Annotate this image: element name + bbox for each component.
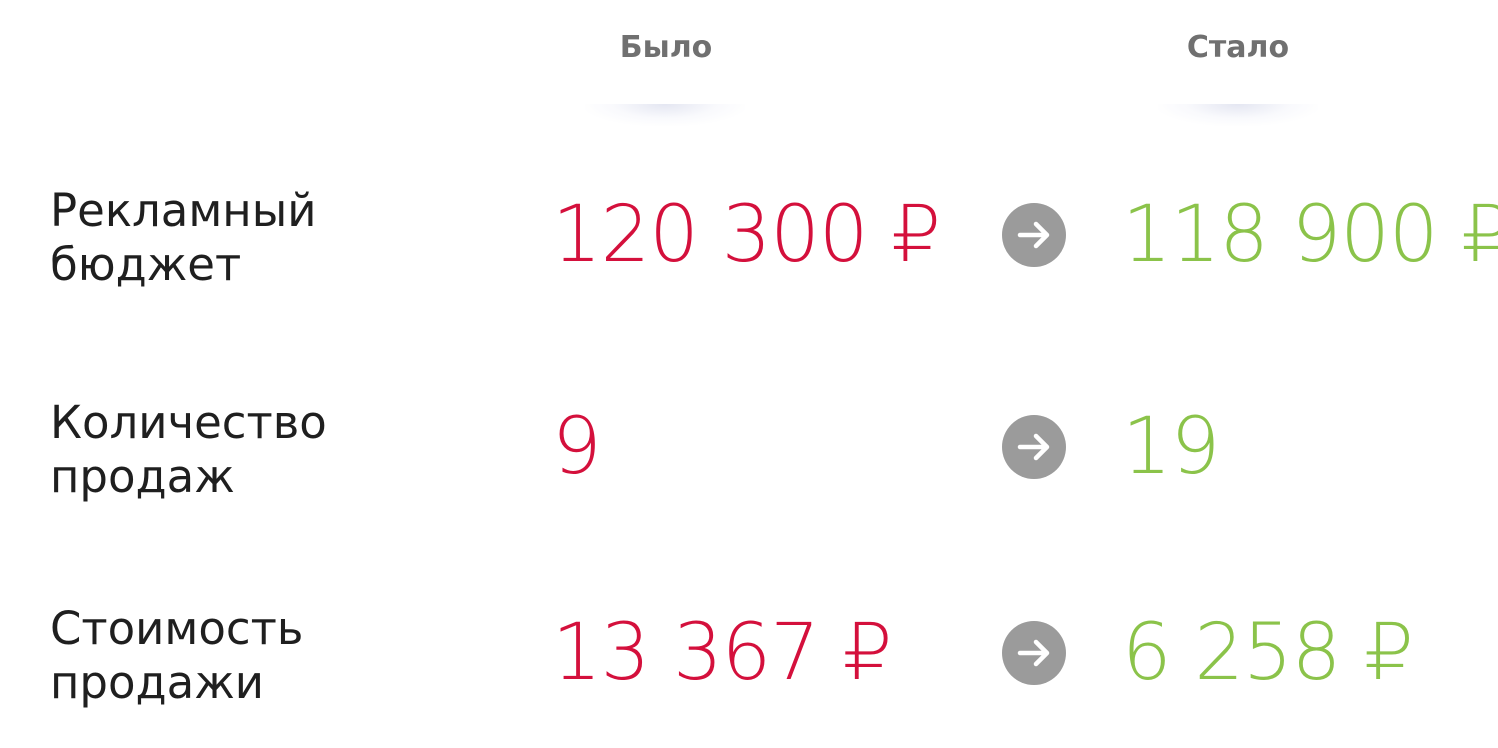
row-label-line: Стоимость xyxy=(50,602,304,655)
row-label-line: продаж xyxy=(50,450,235,503)
row-label-line: Рекламный xyxy=(50,184,317,237)
arrow-right-icon xyxy=(1002,415,1066,479)
column-header-shadow xyxy=(585,104,745,126)
value-before: 9 xyxy=(552,402,602,492)
column-header-before: Было xyxy=(619,30,713,65)
value-before: 120 300 ₽ xyxy=(552,190,941,280)
comparison-row-sales-count: Количество продаж 9 19 xyxy=(0,392,1498,522)
column-header-shadow xyxy=(1158,104,1318,126)
value-after: 6 258 ₽ xyxy=(1122,608,1414,698)
row-label-line: Количество xyxy=(50,396,327,449)
row-label: Количество продаж xyxy=(50,396,327,504)
arrow-right-icon xyxy=(1002,203,1066,267)
column-header-after: Стало xyxy=(1186,30,1290,65)
comparison-row-ad-budget: Рекламный бюджет 120 300 ₽ 118 900 ₽ xyxy=(0,180,1498,310)
value-after: 19 xyxy=(1122,402,1220,492)
value-after: 118 900 ₽ xyxy=(1122,190,1498,280)
row-label-line: продажи xyxy=(50,656,264,709)
row-label: Рекламный бюджет xyxy=(50,184,316,292)
row-label-line: бюджет xyxy=(50,238,242,291)
row-label: Стоимость продажи xyxy=(50,602,303,710)
value-before: 13 367 ₽ xyxy=(552,608,892,698)
arrow-right-icon xyxy=(1002,621,1066,685)
comparison-row-sale-cost: Стоимость продажи 13 367 ₽ 6 258 ₽ xyxy=(0,598,1498,728)
